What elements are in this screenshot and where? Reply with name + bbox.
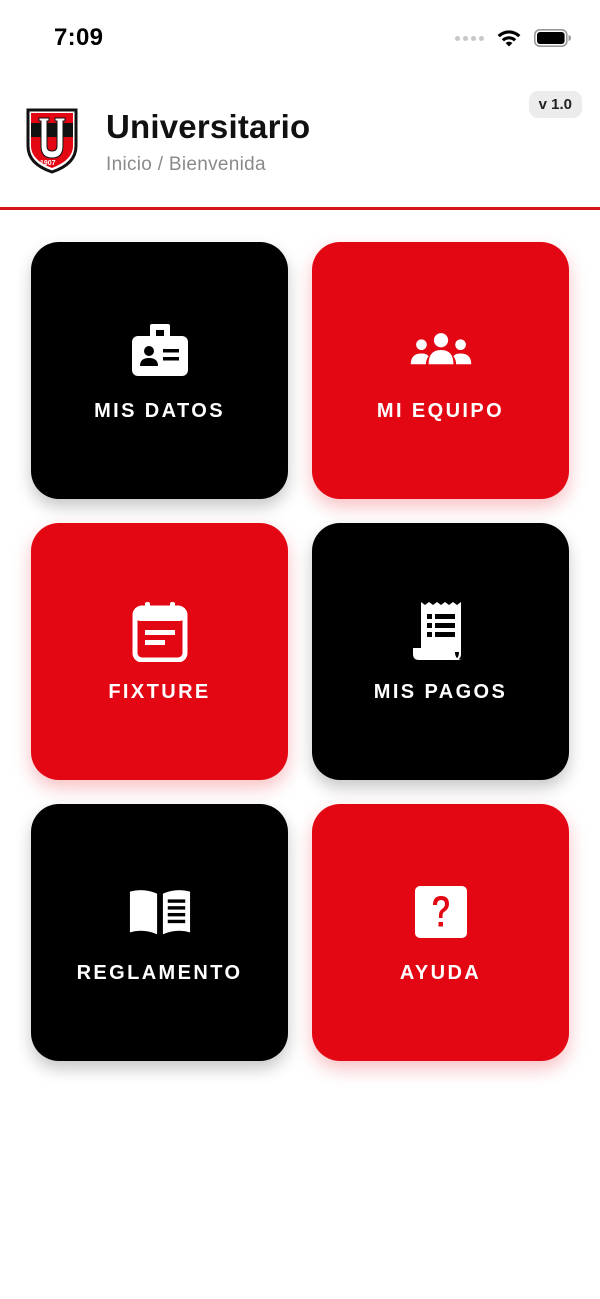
wifi-icon [497, 30, 521, 47]
tile-label: MI EQUIPO [376, 400, 505, 422]
logo-year: 1907 [40, 160, 56, 167]
receipt-icon [409, 599, 473, 663]
help-icon [409, 880, 473, 944]
book-icon [128, 880, 192, 944]
tile-label: MIS DATOS [94, 400, 225, 422]
fixture-button[interactable]: FIXTURE [31, 523, 288, 780]
tile-label: REGLAMENTO [76, 962, 243, 984]
mis-pagos-button[interactable]: MIS PAGOS [312, 523, 569, 780]
page-title: Universitario [106, 108, 311, 145]
mis-datos-button[interactable]: MIS DATOS [31, 242, 288, 499]
battery-icon [534, 29, 571, 47]
mi-equipo-button[interactable]: MI EQUIPO [312, 242, 569, 499]
status-time: 7:09 [54, 24, 104, 51]
status-icons [455, 27, 572, 49]
tile-label: MIS PAGOS [373, 681, 508, 703]
tile-label: FIXTURE [108, 681, 211, 703]
status-bar: 7:09 [0, 0, 600, 78]
menu-grid: MIS DATOS MI EQUIPO FIXTURE MIS PAGOS RE… [31, 242, 569, 1061]
team-icon [409, 318, 473, 382]
id-badge-icon [128, 318, 192, 382]
reglamento-button[interactable]: REGLAMENTO [31, 804, 288, 1061]
calendar-icon [128, 599, 192, 663]
signal-icon [455, 35, 484, 41]
version-badge: v 1.0 [528, 91, 582, 118]
tile-label: AYUDA [399, 962, 482, 984]
ayuda-button[interactable]: AYUDA [312, 804, 569, 1061]
breadcrumb: Inicio / Bienvenida [106, 154, 266, 175]
app-header: 1907 Universitario Inicio / Bienvenida v… [0, 78, 600, 210]
